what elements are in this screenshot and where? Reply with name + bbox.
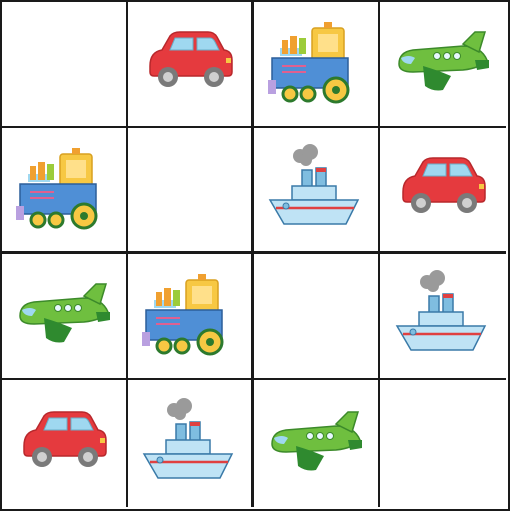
cell-ship[interactable] [128, 380, 254, 507]
cell-ship[interactable] [380, 254, 506, 380]
cell-car[interactable] [380, 128, 506, 254]
cell-plane[interactable] [2, 254, 128, 380]
cell-train[interactable] [128, 254, 254, 380]
plane-icon [271, 410, 363, 471]
cell-plane[interactable] [254, 380, 380, 507]
empty-cell[interactable] [128, 128, 254, 254]
cell-plane[interactable] [380, 2, 506, 128]
empty-cell[interactable] [2, 2, 128, 128]
ship-icon [268, 142, 360, 225]
car-icon [23, 410, 107, 468]
ship-icon [142, 396, 233, 479]
ship-icon [395, 268, 487, 352]
cell-car[interactable] [128, 2, 254, 128]
cell-car[interactable] [2, 380, 128, 507]
train-icon [14, 146, 98, 229]
plane-icon [19, 283, 111, 344]
cell-train[interactable] [254, 2, 380, 128]
empty-cell[interactable] [380, 380, 506, 507]
car-icon [148, 31, 233, 88]
plane-icon [398, 31, 490, 92]
cell-train[interactable] [2, 128, 128, 254]
car-icon [402, 156, 486, 214]
empty-cell[interactable] [254, 254, 380, 380]
cell-ship[interactable] [254, 128, 380, 254]
train-icon [266, 20, 350, 104]
sudoku-board [0, 0, 510, 511]
train-icon [140, 272, 223, 356]
